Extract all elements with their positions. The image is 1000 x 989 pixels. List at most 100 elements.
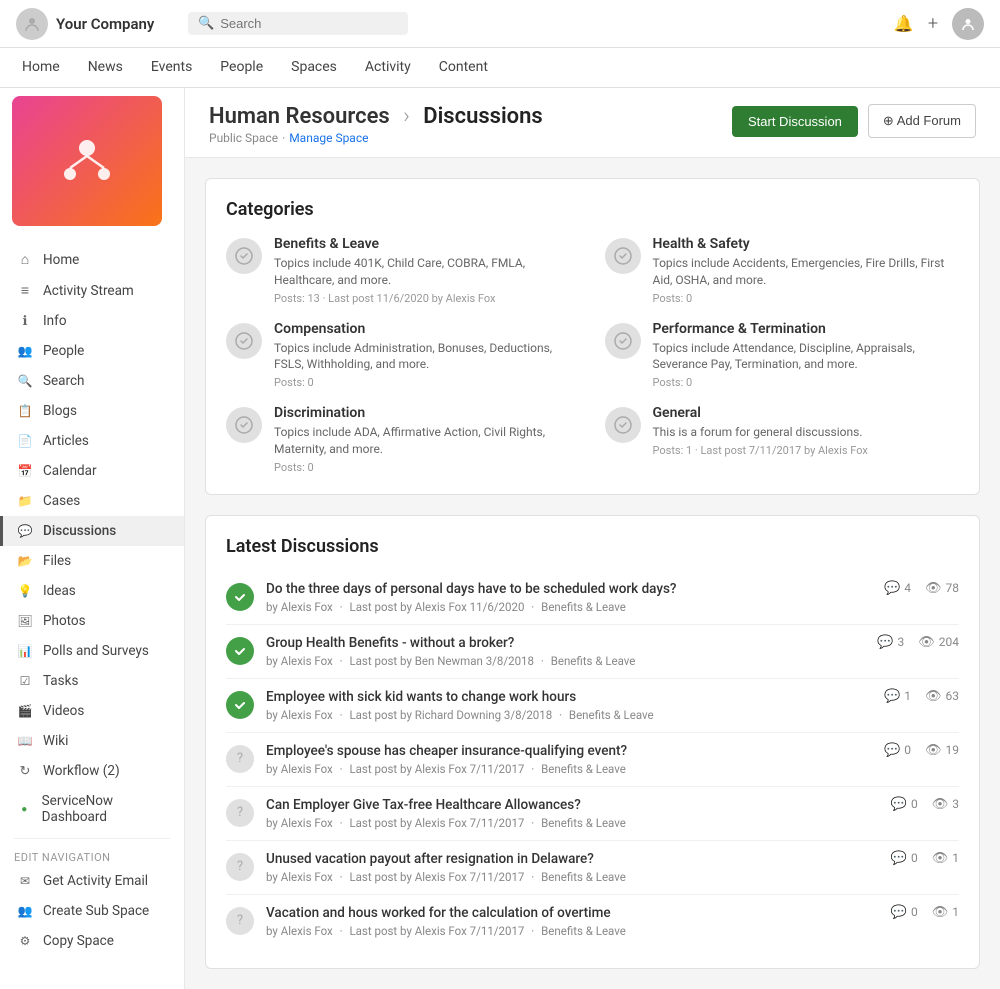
cat-desc-benefits: Topics include 401K, Child Care, COBRA, …	[274, 255, 581, 289]
discussion-item-2[interactable]: Employee with sick kid wants to change w…	[226, 679, 959, 733]
disc-lastpost-5: Last post by Alexis Fox 7/11/2017	[349, 870, 524, 884]
cat-desc-discrimination: Topics include ADA, Affirmative Action, …	[274, 424, 581, 458]
disc-body-6: Vacation and hous worked for the calcula…	[266, 905, 879, 938]
servicenow-icon: ●	[17, 804, 32, 815]
nav-events[interactable]: Events	[149, 48, 194, 88]
search-input[interactable]	[220, 16, 398, 31]
discussion-item-5[interactable]: ? Unused vacation payout after resignati…	[226, 841, 959, 895]
cat-desc-performance: Topics include Attendance, Discipline, A…	[653, 340, 960, 374]
activity-stream-icon: ≡	[17, 282, 33, 299]
category-content-benefits: Benefits & Leave Topics include 401K, Ch…	[274, 236, 581, 305]
notification-icon[interactable]: 🔔	[894, 14, 914, 33]
nav-spaces[interactable]: Spaces	[289, 48, 339, 88]
category-health-safety[interactable]: Health & Safety Topics include Accidents…	[605, 236, 960, 305]
discussion-item-1[interactable]: Group Health Benefits - without a broker…	[226, 625, 959, 679]
nav-content[interactable]: Content	[437, 48, 490, 88]
comment-count-1: 3	[898, 635, 905, 649]
categories-title: Categories	[226, 199, 959, 220]
company-logo[interactable]: Your Company	[16, 8, 176, 40]
sidebar-item-polls[interactable]: 📊 Polls and Surveys	[0, 636, 184, 666]
sidebar-item-people[interactable]: 👥 People	[0, 336, 184, 366]
category-discrimination[interactable]: Discrimination Topics include ADA, Affir…	[226, 405, 581, 474]
sidebar-label-ideas: Ideas	[43, 583, 76, 599]
add-icon[interactable]: +	[928, 13, 938, 34]
nav-home[interactable]: Home	[20, 48, 62, 88]
disc-category-1: Benefits & Leave	[551, 654, 636, 668]
company-name: Your Company	[56, 15, 154, 33]
sidebar-item-blogs[interactable]: 📋 Blogs	[0, 396, 184, 426]
sidebar-label-polls: Polls and Surveys	[43, 643, 149, 659]
sidebar-item-info[interactable]: ℹ Info	[0, 306, 184, 336]
discussion-item-3[interactable]: ? Employee's spouse has cheaper insuranc…	[226, 733, 959, 787]
disc-meta-0: by Alexis Fox · Last post by Alexis Fox …	[266, 600, 872, 614]
sidebar-item-ideas[interactable]: 💡 Ideas	[0, 576, 184, 606]
sidebar-item-calendar[interactable]: 📅 Calendar	[0, 456, 184, 486]
sidebar-item-wiki[interactable]: 📖 Wiki	[0, 726, 184, 756]
disc-sep2-6: ·	[531, 924, 537, 938]
sidebar-item-photos[interactable]: 🖼 Photos	[0, 606, 184, 636]
sidebar-item-discussions[interactable]: 💬 Discussions	[0, 516, 184, 546]
sidebar-item-tasks[interactable]: ☑ Tasks	[0, 666, 184, 696]
discussion-item-6[interactable]: ? Vacation and hous worked for the calcu…	[226, 895, 959, 948]
disc-body-1: Group Health Benefits - without a broker…	[266, 635, 865, 668]
category-content-general: General This is a forum for general disc…	[653, 405, 868, 457]
sidebar-item-servicenow[interactable]: ● ServiceNow Dashboard	[0, 786, 184, 832]
sidebar-item-cases[interactable]: 📁 Cases	[0, 486, 184, 516]
company-avatar	[16, 8, 48, 40]
space-logo[interactable]	[12, 96, 162, 226]
disc-meta-3: by Alexis Fox · Last post by Alexis Fox …	[266, 762, 872, 776]
sidebar-item-files[interactable]: 📂 Files	[0, 546, 184, 576]
comment-icon-5: 💬	[891, 851, 907, 866]
blogs-icon: 📋	[17, 404, 33, 418]
cat-meta-general: Posts: 1 · Last post 7/11/2017 by Alexis…	[653, 444, 868, 457]
sidebar-item-home[interactable]: ⌂ Home	[0, 244, 184, 275]
nav-activity[interactable]: Activity	[363, 48, 413, 88]
latest-discussions-title: Latest Discussions	[226, 536, 959, 557]
nav-people[interactable]: People	[218, 48, 265, 88]
nav-news[interactable]: News	[86, 48, 125, 88]
workflow-icon: ↻	[17, 764, 33, 779]
categories-card: Categories Benefits & Leave Topics inclu…	[205, 178, 980, 495]
disc-lastpost-3: Last post by Alexis Fox 7/11/2017	[349, 762, 524, 776]
search-icon: 🔍	[198, 16, 214, 31]
manage-space-link[interactable]: Manage Space	[289, 131, 368, 145]
ideas-icon: 💡	[17, 584, 33, 598]
sidebar-item-activity-stream[interactable]: ≡ Activity Stream	[0, 275, 184, 306]
category-compensation[interactable]: Compensation Topics include Administrati…	[226, 321, 581, 390]
sidebar-item-videos[interactable]: 🎬 Videos	[0, 696, 184, 726]
disc-body-2: Employee with sick kid wants to change w…	[266, 689, 872, 722]
add-forum-button[interactable]: ⊕ Add Forum	[868, 104, 976, 138]
discussion-item-4[interactable]: ? Can Employer Give Tax-free Healthcare …	[226, 787, 959, 841]
page-title-text: Discussions	[423, 104, 543, 129]
photos-icon: 🖼	[17, 614, 33, 628]
disc-stats-1: 💬 3 👁 204	[877, 635, 959, 650]
polls-icon: 📊	[17, 644, 33, 658]
sidebar-item-create-sub-space[interactable]: 👥 Create Sub Space	[0, 896, 184, 926]
discussion-item-0[interactable]: Do the three days of personal days have …	[226, 571, 959, 625]
category-performance[interactable]: Performance & Termination Topics include…	[605, 321, 960, 390]
breadcrumb-separator: ›	[403, 104, 410, 129]
disc-comments-4: 💬 0	[891, 797, 918, 812]
sidebar-item-search[interactable]: 🔍 Search	[0, 366, 184, 396]
category-icon-compensation	[226, 323, 262, 359]
cat-name-health: Health & Safety	[653, 236, 960, 252]
disc-sep-1: ·	[340, 654, 346, 668]
sidebar-item-workflow[interactable]: ↻ Workflow (2)	[0, 756, 184, 786]
sidebar-item-get-activity-email[interactable]: ✉ Get Activity Email	[0, 866, 184, 896]
breadcrumb-parent[interactable]: Human Resources	[209, 104, 390, 129]
create-sub-space-icon: 👥	[17, 904, 33, 918]
cat-meta-benefits: Posts: 13 · Last post 11/6/2020 by Alexi…	[274, 292, 581, 305]
sidebar-item-copy-space[interactable]: ⚙ Copy Space	[0, 926, 184, 956]
view-count-3: 19	[946, 743, 960, 757]
search-box[interactable]: 🔍	[188, 12, 408, 35]
user-avatar[interactable]	[952, 8, 984, 40]
sidebar-label-workflow: Workflow (2)	[43, 763, 120, 779]
disc-status-3: ?	[226, 745, 254, 773]
category-benefits-leave[interactable]: Benefits & Leave Topics include 401K, Ch…	[226, 236, 581, 305]
disc-author-2: by Alexis Fox	[266, 708, 333, 722]
start-discussion-button[interactable]: Start Discussion	[732, 106, 858, 137]
sidebar-item-articles[interactable]: 📄 Articles	[0, 426, 184, 456]
disc-author-1: by Alexis Fox	[266, 654, 333, 668]
content-area: Categories Benefits & Leave Topics inclu…	[185, 158, 1000, 989]
category-general[interactable]: General This is a forum for general disc…	[605, 405, 960, 474]
